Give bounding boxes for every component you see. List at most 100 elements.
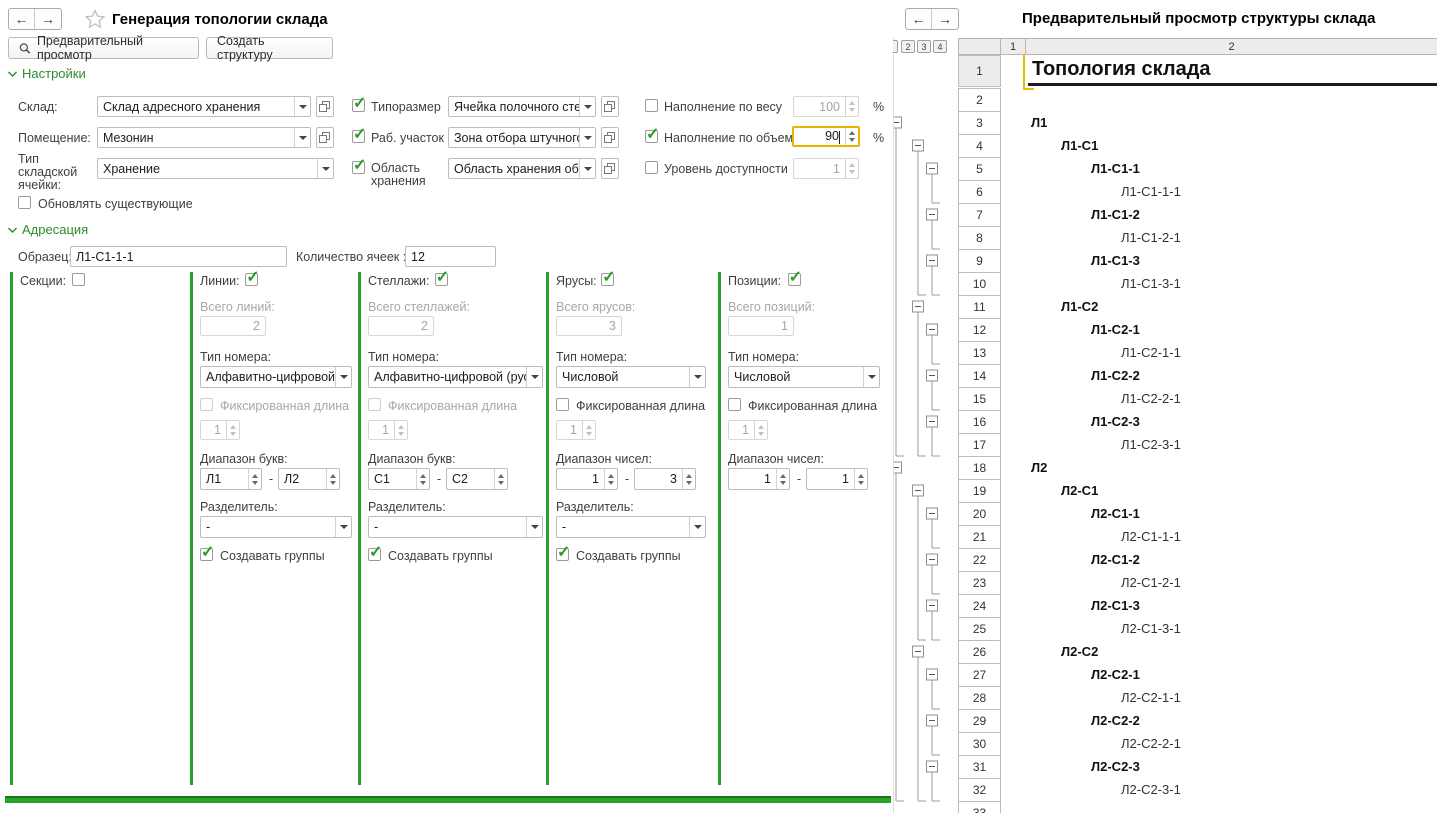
fixed-length-checkbox[interactable] (728, 398, 741, 411)
number-type-dropdown[interactable]: Алфавитно-цифровой (р (200, 366, 352, 388)
number-type-dropdown[interactable]: Числовой (728, 366, 880, 388)
row-header-corner[interactable] (958, 38, 1001, 55)
cell-type-dropdown-arrow[interactable] (317, 159, 333, 178)
sheet-cell-text[interactable]: Л2-С2-3-1 (1121, 782, 1181, 797)
column-header-1[interactable]: 1 (1000, 38, 1026, 55)
sheet-cell-text[interactable]: Л1-С1-2-1 (1121, 230, 1181, 245)
sheet-cell-text[interactable]: Л2-С2 (1061, 644, 1098, 659)
sheet-row-number[interactable]: 29 (958, 709, 1001, 733)
group-level-button-1[interactable]: 1 (893, 40, 898, 53)
sheet-cell-text[interactable]: Л1-С1-3 (1091, 253, 1140, 268)
fill-volume-checkbox[interactable] (645, 124, 659, 144)
create-groups-checkbox[interactable] (200, 542, 214, 562)
sheet-row-number[interactable]: 17 (958, 433, 1001, 457)
total-field[interactable]: 2 (368, 316, 434, 336)
rab-uchastok-checkbox[interactable] (352, 124, 366, 144)
group-level-button-2[interactable]: 2 (901, 40, 915, 53)
tiporazmer-checkbox[interactable] (352, 93, 366, 113)
preview-forward-button[interactable]: → (932, 9, 958, 29)
sheet-row-number[interactable]: 13 (958, 341, 1001, 365)
sheet-row-number[interactable]: 24 (958, 594, 1001, 618)
separator-dropdown[interactable]: - (200, 516, 352, 538)
fill-weight-checkbox[interactable] (645, 99, 658, 112)
fixed-length-checkbox[interactable] (200, 398, 213, 411)
total-field[interactable]: 2 (200, 316, 266, 336)
group-level-button-4[interactable]: 4 (933, 40, 947, 53)
column-header-2[interactable]: 2 (1025, 38, 1437, 55)
access-level-checkbox[interactable] (645, 161, 658, 174)
sheet-title-cell[interactable]: Топология склада (1032, 58, 1211, 81)
preview-back-button[interactable]: ← (906, 9, 932, 29)
sheet-row-number[interactable]: 19 (958, 479, 1001, 503)
sheet-cell-text[interactable]: Л2-С2-1 (1091, 667, 1140, 682)
range-to-field[interactable]: Л2 (278, 468, 340, 490)
sheet-cell-text[interactable]: Л1-С1-2 (1091, 207, 1140, 222)
sheet-row-number[interactable]: 23 (958, 571, 1001, 595)
range-to-field[interactable]: 3 (634, 468, 696, 490)
sheet-cell-text[interactable]: Л1-С1-3-1 (1121, 276, 1181, 291)
sheet-row-number[interactable]: 33 (958, 801, 1001, 813)
addr-col-checkbox[interactable] (72, 273, 86, 286)
sheet-cell-text[interactable]: Л2-С1-3-1 (1121, 621, 1181, 636)
range-to-field[interactable]: С2 (446, 468, 508, 490)
oblast-field[interactable]: Область хранения обуви (448, 158, 596, 179)
favorite-star-icon[interactable] (85, 9, 105, 29)
sheet-row-number[interactable]: 16 (958, 410, 1001, 434)
sheet-cell-text[interactable]: Л1 (1031, 115, 1047, 130)
create-groups-checkbox[interactable] (556, 542, 570, 562)
sheet-row-number[interactable]: 15 (958, 387, 1001, 411)
sheet-cell-text[interactable]: Л2-С1-2-1 (1121, 575, 1181, 590)
addr-col-checkbox[interactable] (245, 267, 260, 287)
tiporazmer-dropdown-arrow[interactable] (579, 97, 595, 116)
create-structure-button[interactable]: Создать структуру (206, 34, 333, 62)
total-field[interactable]: 1 (728, 316, 794, 336)
access-level-field[interactable]: 1 (793, 158, 859, 179)
sheet-row-number[interactable]: 22 (958, 548, 1001, 572)
range-from-field[interactable]: 1 (556, 468, 618, 490)
sheet-row-number[interactable]: 28 (958, 686, 1001, 710)
fixed-length-field[interactable]: 1 (200, 420, 240, 440)
sheet-row-number[interactable]: 6 (958, 180, 1001, 204)
sheet-row-number[interactable]: 31 (958, 755, 1001, 779)
pomeshenie-dropdown-arrow[interactable] (294, 128, 310, 147)
sheet-row-number[interactable]: 27 (958, 663, 1001, 687)
fill-volume-spinner[interactable] (845, 128, 858, 145)
pomeshenie-field[interactable]: Мезонин (97, 127, 311, 148)
rab-uchastok-dropdown-arrow[interactable] (579, 128, 595, 147)
sheet-cell-text[interactable]: Л1-С2-2 (1091, 368, 1140, 383)
fixed-length-checkbox[interactable] (368, 398, 381, 411)
pomeshenie-open-button[interactable] (316, 127, 334, 148)
sheet-row-number[interactable]: 26 (958, 640, 1001, 664)
access-level-spinner[interactable] (845, 159, 858, 178)
fixed-length-checkbox[interactable] (556, 398, 569, 411)
sheet-row-number[interactable]: 21 (958, 525, 1001, 549)
sheet-row-number[interactable]: 30 (958, 732, 1001, 756)
sheet-row-number[interactable]: 4 (958, 134, 1001, 158)
sheet-cell-text[interactable]: Л1-С2-3-1 (1121, 437, 1181, 452)
fill-weight-spinner[interactable] (845, 97, 858, 116)
fixed-length-field[interactable]: 1 (728, 420, 768, 440)
sheet-row-number[interactable]: 10 (958, 272, 1001, 296)
fixed-length-field[interactable]: 1 (556, 420, 596, 440)
sample-field[interactable]: Л1-С1-1-1 (70, 246, 287, 267)
sheet-row-number[interactable]: 12 (958, 318, 1001, 342)
fill-weight-field[interactable]: 100 (793, 96, 859, 117)
sklad-field[interactable]: Склад адресного хранения (97, 96, 311, 117)
fixed-length-field[interactable]: 1 (368, 420, 408, 440)
sheet-row-number[interactable]: 5 (958, 157, 1001, 181)
section-settings[interactable]: Настройки (8, 66, 86, 81)
tiporazmer-open-button[interactable] (601, 96, 619, 117)
sheet-cell-text[interactable]: Л1-С1-1-1 (1121, 184, 1181, 199)
sheet-cell-text[interactable]: Л1-С2 (1061, 299, 1098, 314)
addr-col-checkbox[interactable] (787, 267, 802, 287)
sheet-cell-text[interactable]: Л2-С2-2-1 (1121, 736, 1181, 751)
sheet-row-number[interactable]: 2 (958, 88, 1001, 112)
range-from-field[interactable]: Л1 (200, 468, 262, 490)
oblast-dropdown-arrow[interactable] (579, 159, 595, 178)
sheet-row-number[interactable]: 9 (958, 249, 1001, 273)
sheet-cell-text[interactable]: Л2 (1031, 460, 1047, 475)
sheet-cell-text[interactable]: Л1-С1-1 (1091, 161, 1140, 176)
sheet-cell-text[interactable]: Л1-С2-1 (1091, 322, 1140, 337)
update-existing-checkbox[interactable] (18, 196, 31, 209)
addr-col-checkbox[interactable] (601, 267, 616, 287)
